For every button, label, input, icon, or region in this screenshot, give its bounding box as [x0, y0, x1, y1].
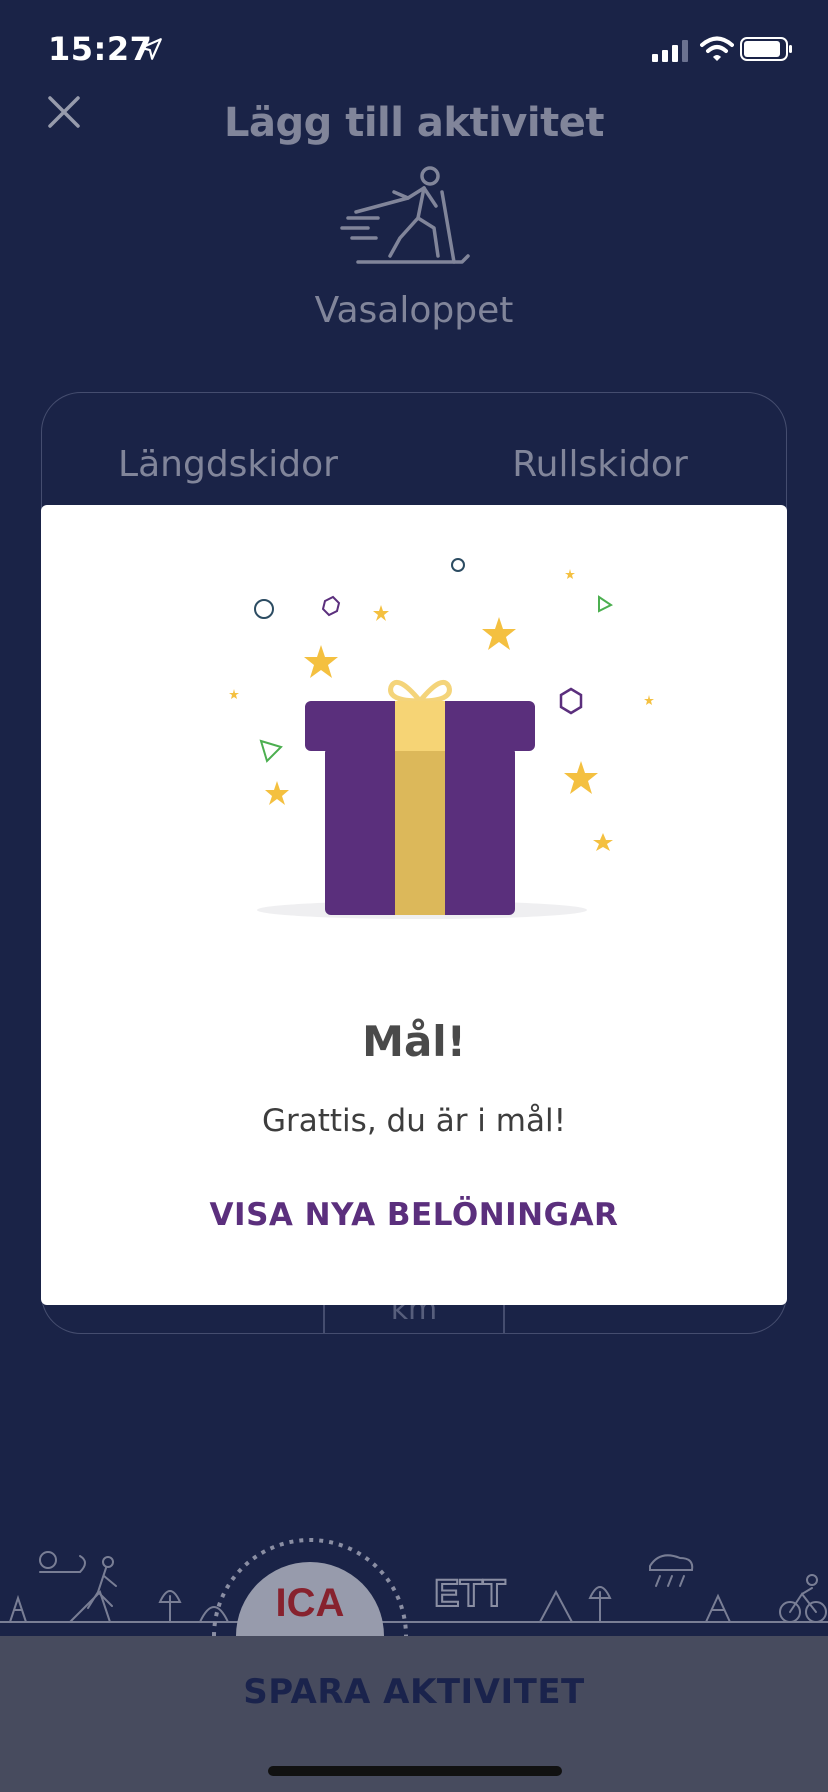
activity-name: Vasaloppet	[314, 290, 514, 331]
page-title: Lägg till aktivitet	[224, 100, 604, 146]
segment-langdskidor[interactable]: Längdskidor	[110, 444, 346, 485]
wifi-icon	[700, 36, 734, 61]
modal-title: Mål!	[362, 1017, 466, 1066]
segment-rullskidor[interactable]: Rullskidor	[480, 444, 720, 485]
svg-text:ETT: ETT	[434, 1573, 506, 1615]
svg-text:ICA: ICA	[276, 1581, 345, 1625]
home-indicator	[268, 1766, 562, 1776]
save-activity-button[interactable]: SPARA AKTIVITET	[0, 1672, 828, 1712]
cell-signal-icon	[652, 40, 688, 62]
reward-modal: Mål! Grattis, du är i mål! VISA NYA BELÖ…	[41, 505, 787, 1305]
modal-message: Grattis, du är i mål!	[261, 1103, 567, 1139]
landscape-illustration: ICA ETT	[0, 1538, 828, 1636]
battery-icon	[740, 37, 792, 61]
location-arrow-icon	[140, 38, 162, 60]
screen: 15:27 Lägg till aktivitet Vasaloppet Län…	[0, 0, 828, 1792]
show-new-rewards-link[interactable]: VISA NYA BELÖNINGAR	[41, 1197, 787, 1233]
cross-country-skier-icon	[340, 166, 470, 264]
status-bar: 15:27	[0, 0, 828, 100]
gift-illustration	[229, 558, 654, 919]
status-time: 15:27	[48, 30, 153, 68]
